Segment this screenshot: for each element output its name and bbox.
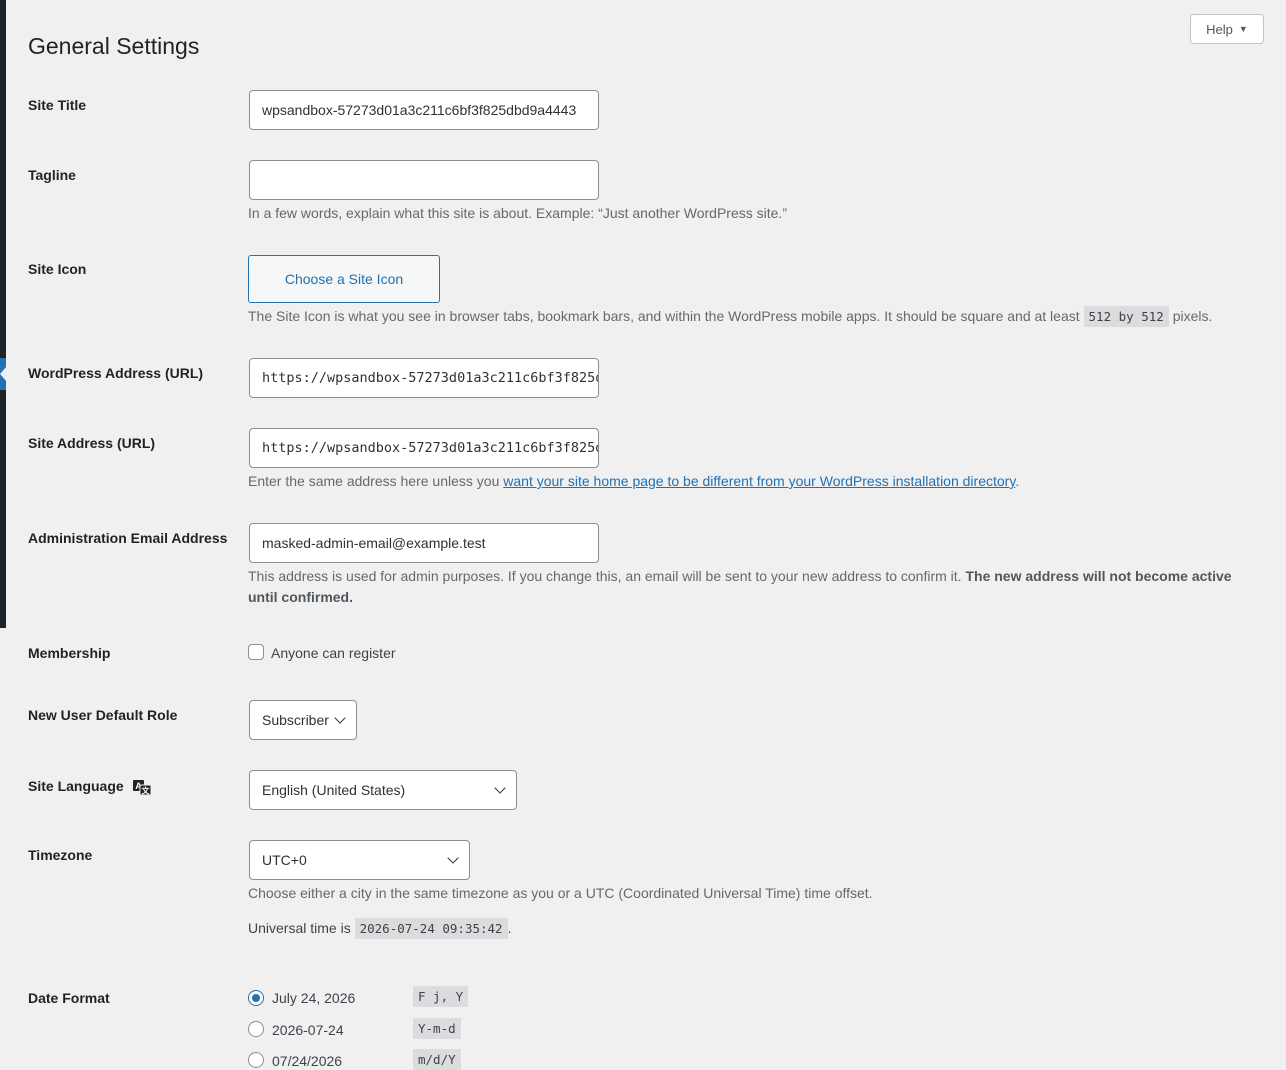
tagline-description: In a few words, explain what this site i… [248, 205, 787, 221]
default-role-select[interactable]: Subscriber [249, 700, 357, 740]
admin-email-label: Administration Email Address [28, 530, 228, 546]
default-role-value: Subscriber [262, 712, 329, 728]
site-title-label: Site Title [28, 97, 87, 113]
anyone-can-register-label[interactable]: Anyone can register [271, 645, 396, 661]
anyone-can-register-checkbox[interactable] [248, 644, 264, 660]
timezone-description: Choose either a city in the same timezon… [248, 885, 873, 901]
caret-down-icon: ▼ [1238, 24, 1248, 34]
default-role-label: New User Default Role [28, 707, 178, 723]
date-format-radio[interactable] [248, 1052, 264, 1068]
site-language-value: English (United States) [262, 782, 406, 798]
site-icon-description-text: The Site Icon is what you see in browser… [248, 308, 1080, 324]
timezone-label: Timezone [28, 847, 93, 863]
choose-site-icon-button[interactable]: Choose a Site Icon [248, 255, 440, 303]
help-button-label: Help [1206, 21, 1233, 37]
membership-label: Membership [28, 645, 111, 661]
date-format-radio[interactable] [248, 1021, 264, 1037]
date-format-radio[interactable] [248, 990, 264, 1006]
chevron-down-icon [447, 852, 459, 864]
date-format-code: Y-m-d [413, 1018, 461, 1039]
admin-email-description-text: This address is used for admin purposes.… [248, 568, 962, 584]
date-format-option-label[interactable]: 2026-07-24 [272, 1022, 344, 1038]
site-address-input[interactable]: https://wpsandbox-57273d01a3c211c6bf3f82… [249, 428, 599, 468]
admin-email-description: This address is used for admin purposes.… [248, 566, 1248, 608]
site-address-description-text: Enter the same address here unless you [248, 473, 500, 489]
wordpress-address-label: WordPress Address (URL) [28, 365, 204, 381]
date-format-option-label[interactable]: July 24, 2026 [272, 990, 355, 1006]
site-icon-size-code: 512 by 512 [1083, 306, 1169, 327]
site-language-label-text: Site Language [28, 778, 124, 794]
admin-email-input[interactable]: masked-admin-email@example.test [249, 523, 599, 563]
site-icon-label: Site Icon [28, 261, 87, 277]
site-language-select[interactable]: English (United States) [249, 770, 517, 810]
chevron-down-icon [494, 782, 506, 794]
translation-icon: A 文 [132, 778, 152, 796]
date-format-code: F j, Y [413, 986, 469, 1007]
site-address-description-suffix: . [1015, 473, 1020, 489]
site-home-different-link[interactable]: want your site home page to be different… [503, 473, 1015, 489]
date-format-option-label[interactable]: 07/24/2026 [272, 1053, 342, 1069]
wordpress-address-input[interactable]: https://wpsandbox-57273d01a3c211c6bf3f82… [249, 358, 599, 398]
site-address-description: Enter the same address here unless you w… [248, 471, 1019, 492]
timezone-value: UTC+0 [262, 852, 307, 868]
chevron-down-icon [334, 712, 346, 724]
universal-time-value: 2026-07-24 09:35:42 [354, 918, 508, 939]
tagline-input[interactable] [249, 160, 599, 200]
site-icon-description-suffix: pixels. [1172, 308, 1213, 324]
universal-time: Universal time is 2026-07-24 09:35:42. [248, 918, 511, 939]
site-icon-description: The Site Icon is what you see in browser… [248, 306, 1212, 327]
site-language-label: Site Language A 文 [28, 778, 152, 796]
site-title-input[interactable]: wpsandbox-57273d01a3c211c6bf3f825dbd9a44… [249, 90, 599, 130]
universal-time-label: Universal time is [248, 920, 351, 936]
help-button[interactable]: Help ▼ [1190, 14, 1264, 44]
date-format-label: Date Format [28, 990, 110, 1006]
site-address-label: Site Address (URL) [28, 435, 156, 451]
universal-time-suffix: . [507, 920, 512, 936]
svg-text:文: 文 [141, 786, 150, 796]
tagline-label: Tagline [28, 167, 76, 183]
timezone-select[interactable]: UTC+0 [249, 840, 470, 880]
page-title: General Settings [28, 33, 200, 59]
current-menu-indicator [0, 358, 7, 390]
